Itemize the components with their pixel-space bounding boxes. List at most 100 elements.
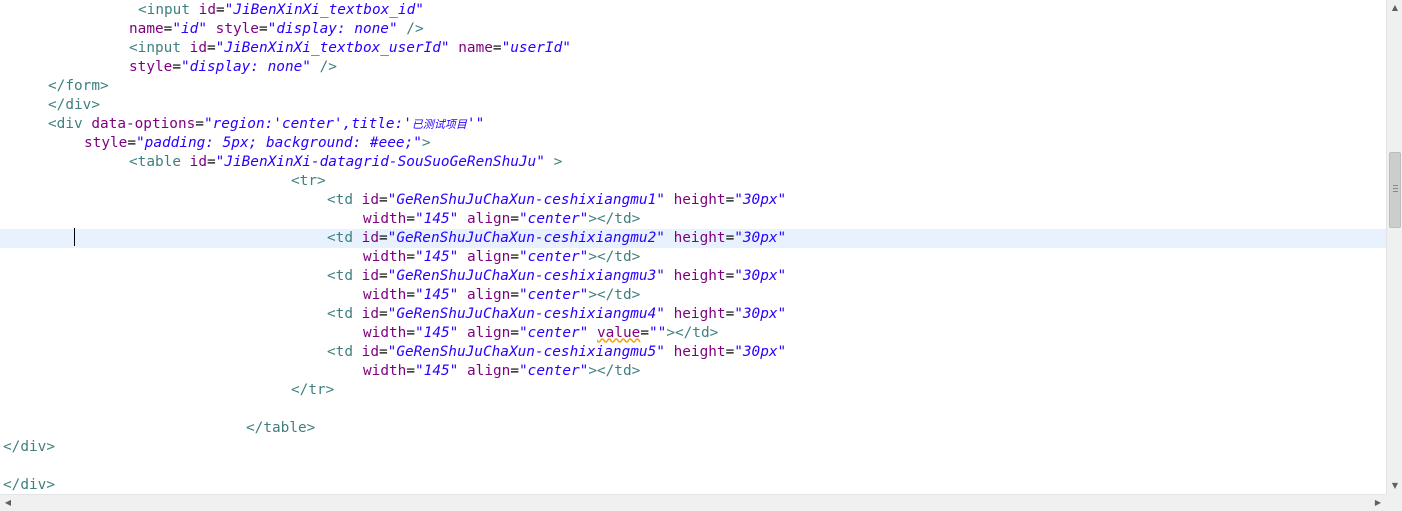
code-line[interactable]: <td id="GeRenShuJuChaXun-ceshixiangmu3" … bbox=[0, 267, 1386, 286]
code-token: <input bbox=[129, 39, 190, 56]
code-line[interactable]: <input id="JiBenXinXi_textbox_userId" na… bbox=[0, 39, 1386, 58]
code-token: <div bbox=[48, 115, 92, 132]
code-line[interactable] bbox=[0, 400, 1386, 419]
code-token: </div> bbox=[48, 96, 100, 113]
code-token: "center" bbox=[519, 286, 589, 303]
code-line[interactable]: width="145" align="center"></td> bbox=[0, 286, 1386, 305]
code-token: "145" bbox=[415, 248, 459, 265]
code-token: = bbox=[510, 248, 519, 265]
code-line[interactable]: <td id="GeRenShuJuChaXun-ceshixiangmu1" … bbox=[0, 191, 1386, 210]
code-token: > bbox=[553, 153, 563, 170]
code-token: id bbox=[189, 153, 207, 170]
code-token: /> bbox=[319, 58, 337, 75]
code-line[interactable]: <tr> bbox=[0, 172, 1386, 191]
horizontal-scrollbar[interactable]: ◀ ▶ bbox=[0, 494, 1386, 511]
code-line-text: width="145" align="center"></td> bbox=[363, 248, 640, 267]
scroll-left-arrow-icon[interactable]: ◀ bbox=[0, 495, 16, 511]
code-token: '" bbox=[466, 115, 485, 132]
code-line-text: <tr> bbox=[291, 172, 326, 191]
code-token: = bbox=[258, 20, 268, 37]
code-line[interactable]: <div data-options="region:'center',title… bbox=[0, 115, 1386, 134]
code-line[interactable]: </div> bbox=[0, 96, 1386, 115]
code-line[interactable]: <input id="JiBenXinXi_textbox_id" bbox=[0, 1, 1386, 20]
code-token: = bbox=[510, 324, 519, 341]
code-token: <td bbox=[327, 267, 362, 284]
code-line[interactable]: width="145" align="center"></td> bbox=[0, 362, 1386, 381]
code-line-text: <input id="JiBenXinXi_textbox_userId" na… bbox=[129, 39, 571, 58]
code-token: = bbox=[215, 1, 225, 18]
code-line[interactable]: <table id="JiBenXinXi-datagrid-SouSuoGeR… bbox=[0, 153, 1386, 172]
code-token: ></td> bbox=[588, 362, 641, 379]
code-token: = bbox=[378, 267, 388, 284]
code-line[interactable]: style="display: none" /> bbox=[0, 58, 1386, 77]
code-token: </table> bbox=[246, 419, 316, 436]
code-token: <tr> bbox=[291, 172, 326, 189]
code-token: = bbox=[406, 286, 415, 303]
code-token: height bbox=[673, 229, 726, 246]
code-token: = bbox=[725, 229, 735, 246]
code-token: "30px" bbox=[734, 305, 787, 322]
code-line[interactable]: </div> bbox=[0, 476, 1386, 495]
code-line-text: <td id="GeRenShuJuChaXun-ceshixiangmu2" … bbox=[327, 229, 786, 248]
code-token: = bbox=[510, 362, 519, 379]
code-line[interactable]: </div> bbox=[0, 438, 1386, 457]
scroll-up-arrow-icon[interactable]: ▲ bbox=[1387, 0, 1402, 16]
code-editor[interactable]: <input id="JiBenXinXi_textbox_id" name="i… bbox=[0, 0, 1386, 494]
code-token: = bbox=[172, 58, 181, 75]
code-line[interactable]: </table> bbox=[0, 419, 1386, 438]
code-token: align bbox=[467, 324, 511, 341]
code-line-text: width="145" align="center" value=""></td… bbox=[363, 324, 718, 343]
code-line-text: <input id="JiBenXinXi_textbox_id" bbox=[138, 1, 424, 20]
code-token: = bbox=[406, 362, 415, 379]
code-line[interactable]: </tr> bbox=[0, 381, 1386, 400]
code-token: </div> bbox=[3, 476, 55, 493]
code-token: "GeRenShuJuChaXun-ceshixiangmu5" bbox=[387, 343, 665, 360]
code-token: value bbox=[596, 324, 641, 341]
code-token: align bbox=[467, 362, 511, 379]
code-token: ></td> bbox=[588, 286, 641, 303]
code-token: = bbox=[725, 267, 735, 284]
code-token: width bbox=[363, 324, 407, 341]
code-line[interactable] bbox=[0, 457, 1386, 476]
code-line-text: </div> bbox=[3, 438, 55, 457]
code-token: 已测试项目 bbox=[411, 117, 467, 131]
text-caret bbox=[74, 228, 75, 246]
scroll-down-arrow-icon[interactable]: ▼ bbox=[1387, 478, 1402, 494]
code-token: "GeRenShuJuChaXun-ceshixiangmu2" bbox=[387, 229, 665, 246]
code-line-text: </div> bbox=[3, 476, 55, 495]
code-token: "" bbox=[648, 324, 667, 341]
code-line-text: </tr> bbox=[291, 381, 334, 400]
code-token: ></td> bbox=[666, 324, 719, 341]
vertical-scroll-thumb[interactable] bbox=[1389, 152, 1401, 228]
code-line[interactable]: <td id="GeRenShuJuChaXun-ceshixiangmu4" … bbox=[0, 305, 1386, 324]
scroll-right-arrow-icon[interactable]: ▶ bbox=[1370, 495, 1386, 511]
code-token: <input bbox=[138, 1, 199, 18]
code-token: "145" bbox=[415, 324, 459, 341]
code-line[interactable]: width="145" align="center"></td> bbox=[0, 210, 1386, 229]
code-token: = bbox=[378, 343, 388, 360]
code-line[interactable]: width="145" align="center" value=""></td… bbox=[0, 324, 1386, 343]
code-token: "JiBenXinXi_textbox_userId" bbox=[215, 39, 450, 56]
vertical-scrollbar[interactable]: ▲ ▼ bbox=[1386, 0, 1402, 494]
code-token: width bbox=[363, 210, 407, 227]
code-line[interactable]: width="145" align="center"></td> bbox=[0, 248, 1386, 267]
code-token: "145" bbox=[415, 210, 459, 227]
code-token: </tr> bbox=[291, 381, 335, 398]
code-line[interactable]: <td id="GeRenShuJuChaXun-ceshixiangmu2" … bbox=[0, 228, 1386, 248]
code-token: "30px" bbox=[734, 267, 787, 284]
code-line[interactable]: style="padding: 5px; background: #eee;"> bbox=[0, 134, 1386, 153]
code-token: id bbox=[361, 343, 379, 360]
code-line[interactable]: </form> bbox=[0, 77, 1386, 96]
code-line[interactable]: name="id" style="display: none" /> bbox=[0, 20, 1386, 39]
code-token: data-options bbox=[91, 115, 196, 132]
code-token: </form> bbox=[48, 77, 109, 94]
code-line[interactable]: <td id="GeRenShuJuChaXun-ceshixiangmu5" … bbox=[0, 343, 1386, 362]
code-token: "region:'center',title:' bbox=[203, 115, 412, 132]
code-token: id bbox=[361, 267, 379, 284]
code-token: "30px" bbox=[734, 191, 787, 208]
